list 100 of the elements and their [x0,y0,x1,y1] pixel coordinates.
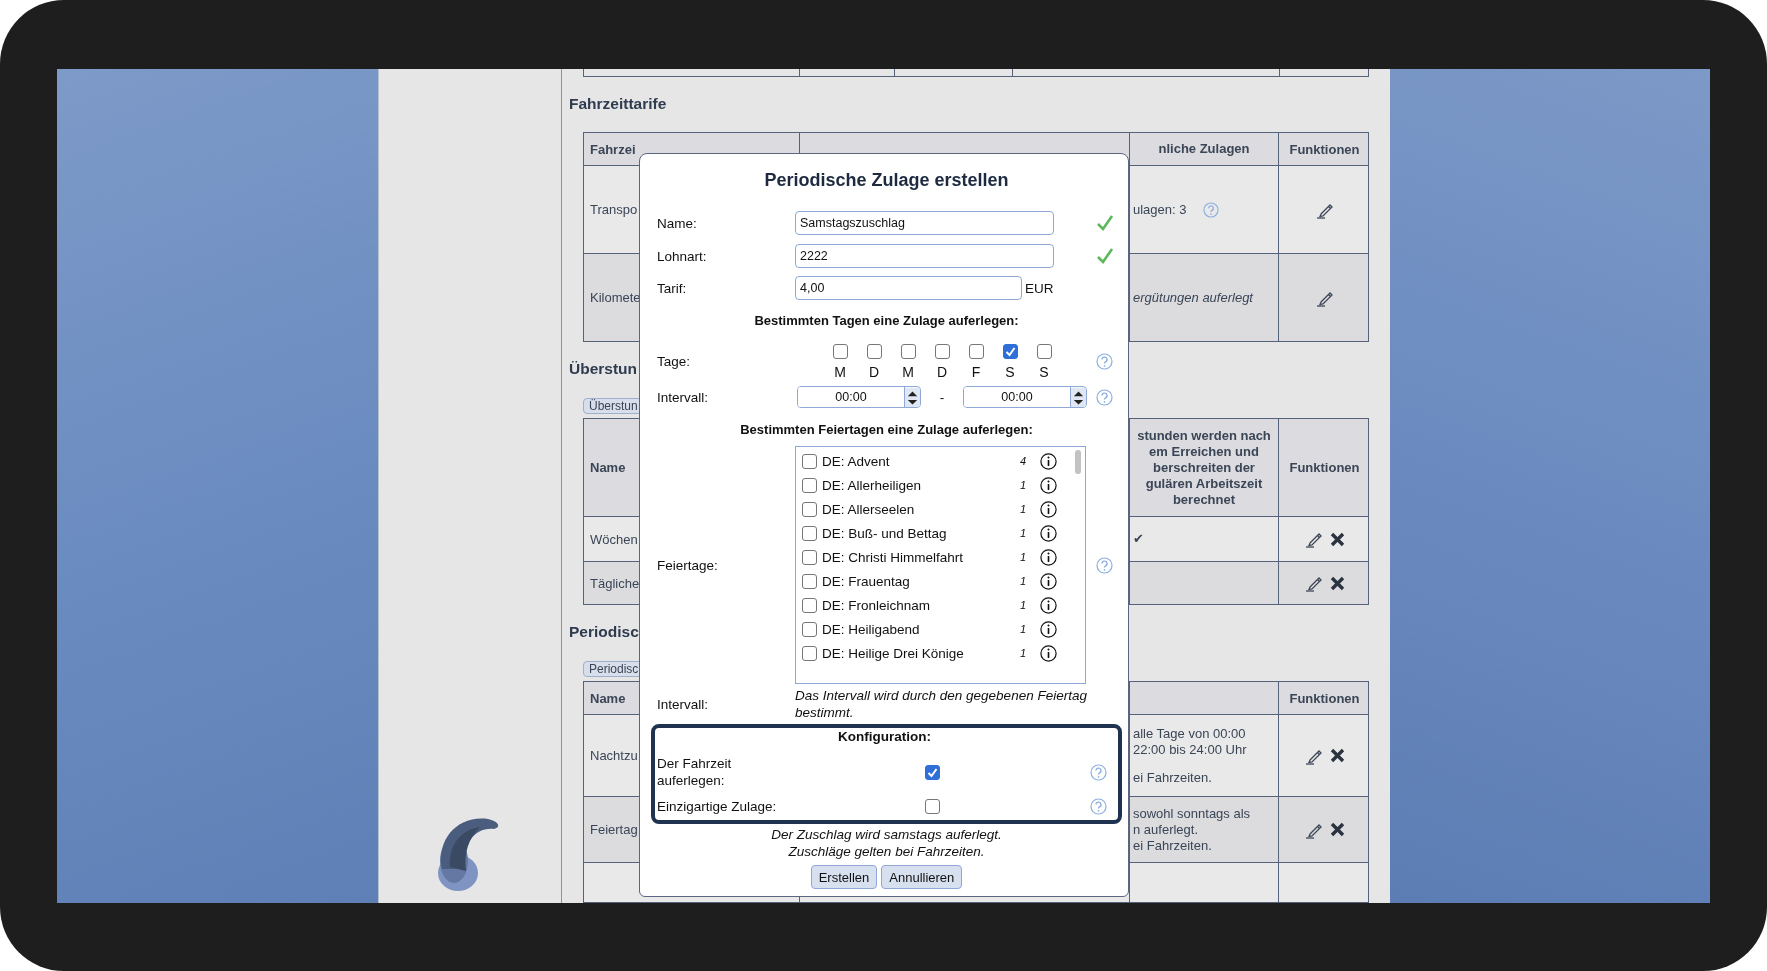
column-header: Funktionen [1289,141,1360,157]
dialog-title: Periodische Zulage erstellen [763,169,1010,192]
day-label: F [971,364,981,379]
holiday-name[interactable]: DE: Fronleichnam [822,597,1020,613]
stepper-icon[interactable] [904,387,920,407]
table-cell: Kilomete [590,290,641,305]
field-label: Feiertage: [657,557,719,573]
holiday-count: 1 [1020,503,1028,515]
section-heading: Fahrzeittarife [569,94,667,114]
info-icon[interactable] [1040,524,1057,542]
holiday-name[interactable]: DE: Buß- und Bettag [822,525,1020,541]
stepper-icon[interactable] [1070,387,1086,407]
delete-x-icon[interactable] [1329,531,1345,547]
column-header: stunden werden nach em Erreichen und berschreiten der gulären Arbeitszeit berechnet [1137,427,1271,508]
table-cell: Tägliche [590,575,640,591]
interval-note: Das Intervall wird durch den gegebenen Feiertag bestimmt. [795,687,1088,721]
time-field[interactable]: 00:00 [797,386,921,408]
column-header: Name [590,460,626,475]
holiday-name[interactable]: DE: Heiligabend [822,621,1020,637]
delete-x-icon[interactable] [1329,575,1345,591]
day-checkbox[interactable] [1036,343,1052,359]
table-cell: Transpo [590,202,638,217]
field-label: Name: [657,215,698,231]
table-cell: Nachtzu [590,748,638,763]
holiday-count: 1 [1020,647,1028,659]
holiday-checkbox[interactable] [802,453,817,469]
column-header: nliche Zulagen [1158,141,1250,157]
table-cell: ei Fahrzeiten. [1133,769,1212,786]
table-cell: sowohl sonntags als n auferlegt. ei Fahrzeiten. [1133,805,1251,854]
holiday-name[interactable]: DE: Advent [822,453,1020,469]
holiday-count: 1 [1020,599,1028,611]
section-heading: Bestimmten Tagen eine Zulage auferlegen: [753,313,1020,329]
holiday-name[interactable]: DE: Christi Himmelfahrt [822,549,1020,565]
column-header: Fahrzei [590,141,636,157]
info-icon[interactable] [1040,476,1057,494]
day-checkbox[interactable] [866,343,882,359]
section-heading: Überstun [569,359,638,379]
holiday-name[interactable]: DE: Frauentag [822,573,1020,589]
holiday-checkbox[interactable] [802,597,817,613]
dialog-button[interactable]: Annullieren [881,865,963,889]
day-label: S [1039,364,1049,379]
day-checkbox[interactable] [1002,343,1018,359]
scrollbar-thumb[interactable] [1075,450,1081,474]
holiday-checkbox[interactable] [802,549,817,565]
day-checkbox[interactable] [934,343,950,359]
option-checkbox[interactable] [924,798,940,814]
column-header: Funktionen [1289,690,1360,706]
unit-label: EUR [1025,280,1054,296]
table-cell: Feiertag [590,822,638,837]
field-label: Tarif: [657,280,688,296]
holiday-checkbox[interactable] [802,621,817,637]
separator: - [938,389,946,405]
holiday-name[interactable]: DE: Heilige Drei Könige [822,645,1020,661]
table-cell: ulagen: 3 [1133,201,1187,218]
table-cell: ✔ [1133,531,1144,547]
table-cell: Wöchen [590,531,638,547]
holiday-checkbox[interactable] [802,573,817,589]
holiday-count: 1 [1020,623,1028,635]
time-field[interactable]: 00:00 [963,386,1087,408]
text-field[interactable]: Samstagszuschlag [795,211,1054,235]
column-header: Funktionen [1289,460,1360,475]
dialog-button[interactable]: Erstellen [810,865,878,889]
holiday-count: 1 [1020,551,1028,563]
option-checkbox[interactable] [924,764,940,780]
text-field[interactable]: 2222 [795,244,1054,268]
field-label: Intervall: [657,696,710,712]
day-checkbox[interactable] [832,343,848,359]
day-checkbox[interactable] [900,343,916,359]
text-field[interactable]: 4,00 [795,276,1022,300]
section-heading: Periodisc [569,622,639,642]
field-label: Tage: [657,353,692,369]
info-icon[interactable] [1040,452,1057,470]
info-icon[interactable] [1040,596,1057,614]
holiday-name[interactable]: DE: Allerseelen [822,501,1020,517]
holiday-checkbox[interactable] [802,525,817,541]
delete-x-icon[interactable] [1329,822,1345,837]
option-label: Einzigartige Zulage: [657,797,778,815]
day-label: M [834,364,846,379]
summary-text: Der Zuschlag wird samstags auferlegt. [771,826,1002,843]
day-label: D [936,364,948,379]
holiday-checkbox[interactable] [802,477,817,493]
column-header: Name [590,690,626,706]
info-icon[interactable] [1040,620,1057,638]
holiday-count: 1 [1020,479,1028,491]
delete-x-icon[interactable] [1329,748,1345,763]
info-icon[interactable] [1040,500,1057,518]
info-icon[interactable] [1040,644,1057,662]
holiday-count: 1 [1020,527,1028,539]
day-label: M [902,364,914,379]
table-cell: alle Tage von 00:00 22:00 bis 24:00 Uhr [1133,725,1247,758]
info-icon[interactable] [1040,548,1057,566]
summary-text: Zuschläge gelten bei Fahrzeiten. [788,843,985,860]
holiday-checkbox[interactable] [802,645,817,661]
holiday-name[interactable]: DE: Allerheiligen [822,477,1020,493]
field-label: Lohnart: [657,248,708,264]
table-cell: ergütungen auferlegt [1133,289,1253,306]
day-checkbox[interactable] [968,343,984,359]
holiday-count: 4 [1020,455,1028,467]
holiday-checkbox[interactable] [802,501,817,517]
info-icon[interactable] [1040,572,1057,590]
